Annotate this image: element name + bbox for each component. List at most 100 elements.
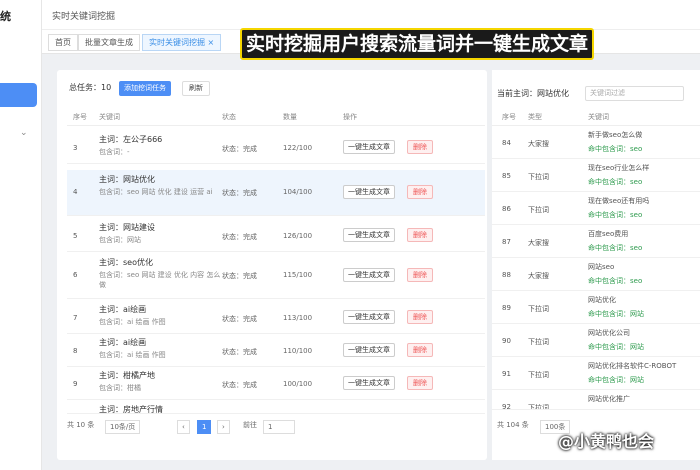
generate-article-button[interactable]: 一键生成文章: [343, 343, 395, 357]
table-row[interactable]: 5 主词：网站建设 包含词：网站 状态：完成 126/100 一键生成文章 删除: [67, 218, 485, 252]
kw-seq: 88: [502, 271, 511, 279]
next-page-button[interactable]: ›: [217, 420, 230, 434]
row-status: 状态：完成: [222, 315, 257, 323]
col-status: 状态: [222, 113, 236, 121]
row-include-words: 包含词：网站: [99, 236, 141, 244]
list-item[interactable]: 84 大家搜 新手做seo怎么做 命中包含词：seo: [492, 126, 700, 159]
kw-type: 下拉词: [528, 404, 549, 410]
generate-article-button[interactable]: 一键生成文章: [343, 268, 395, 282]
kw-hit: 命中包含词：网站: [588, 310, 644, 318]
kw-hit: 命中包含词：seo: [588, 211, 643, 219]
kw-type: 下拉词: [528, 173, 549, 181]
brand-title: 统: [0, 10, 11, 23]
table-row[interactable]: 7 主词：ai绘画 包含词：ai 绘画 作图 状态：完成 113/100 一键生…: [67, 300, 485, 334]
row-include-words: 包含词：seo 网站 建设 优化 内容 怎么做: [99, 271, 221, 289]
list-item[interactable]: 89 下拉词 网站优化 命中包含词：网站: [492, 291, 700, 324]
delete-button[interactable]: 删除: [407, 376, 433, 390]
row-seq: 7: [73, 314, 78, 322]
kw-seq: 86: [502, 205, 511, 213]
row-main-word: 主词：ai绘画: [99, 338, 147, 347]
kw-seq: 87: [502, 238, 511, 246]
watermark: @小黄鸭也会: [558, 432, 655, 451]
row-status: 状态：完成: [222, 348, 257, 356]
row-status: 状态：完成: [222, 145, 257, 153]
list-item[interactable]: 86 下拉词 现在做seo还有用吗 命中包含词：seo: [492, 192, 700, 225]
kw-seq: 89: [502, 304, 511, 312]
list-item[interactable]: 90 下拉词 网站优化公司 命中包含词：网站: [492, 324, 700, 357]
row-seq: 9: [73, 380, 78, 388]
list-item[interactable]: 92 下拉词 网站优化推广: [492, 390, 700, 410]
total-tasks: 总任务：10: [69, 83, 112, 92]
list-item[interactable]: 87 大家搜 百度seo费用 命中包含词：seo: [492, 225, 700, 258]
row-include-words: 包含词：-: [99, 148, 130, 156]
row-seq: 6: [73, 271, 78, 279]
list-item[interactable]: 91 下拉词 网站优化排名软件C-ROBOT 命中包含词：网站: [492, 357, 700, 390]
sidebar: 统 ⌄: [0, 0, 42, 470]
goto-page-input[interactable]: 1: [263, 420, 295, 434]
chevron-down-icon[interactable]: ⌄: [20, 128, 28, 138]
row-main-word: 主词：ai绘画: [99, 305, 147, 314]
table-row[interactable]: 主词：房地产行情: [67, 400, 485, 414]
row-seq: 4: [73, 188, 78, 196]
kw-type: 大家搜: [528, 239, 549, 247]
row-count: 110/100: [283, 347, 313, 355]
refresh-button[interactable]: 刷新: [182, 81, 210, 96]
delete-button[interactable]: 删除: [407, 228, 433, 242]
table-row[interactable]: 4 主词：网站优化 包含词：seo 网站 优化 建设 运营 ai 状态：完成 1…: [67, 170, 485, 216]
breadcrumb: 实时关键词挖掘: [52, 12, 116, 22]
row-status: 状态：完成: [222, 233, 257, 241]
kw-type: 大家搜: [528, 272, 549, 280]
row-main-word: 主词：柑橘产地: [99, 371, 155, 380]
row-status: 状态：完成: [222, 189, 257, 197]
delete-button[interactable]: 删除: [407, 140, 433, 154]
kw-text: 百度seo费用: [588, 230, 629, 238]
col-action: 操作: [343, 113, 357, 121]
row-count: 113/100: [283, 314, 313, 322]
col-count: 数量: [283, 113, 297, 121]
kw-text: 网站seo: [588, 263, 615, 271]
row-count: 104/100: [283, 188, 313, 196]
kw-seq: 84: [502, 139, 511, 147]
kw-type: 大家搜: [528, 140, 549, 148]
generate-article-button[interactable]: 一键生成文章: [343, 185, 395, 199]
list-item[interactable]: 85 下拉词 现在seo行业怎么样 命中包含词：seo: [492, 159, 700, 192]
row-include-words: 包含词：ai 绘画 作图: [99, 318, 166, 326]
kw-hit: 命中包含词：网站: [588, 343, 644, 351]
keyword-filter-input[interactable]: 关键词过滤: [585, 86, 684, 101]
row-main-word: 主词：房地产行情: [99, 405, 163, 414]
table-row[interactable]: 8 主词：ai绘画 包含词：ai 绘画 作图 状态：完成 110/100 一键生…: [67, 333, 485, 367]
row-seq: 3: [73, 144, 78, 152]
kw-seq: 91: [502, 370, 511, 378]
col-seq: 序号: [73, 113, 87, 121]
delete-button[interactable]: 删除: [407, 185, 433, 199]
generate-article-button[interactable]: 一键生成文章: [343, 228, 395, 242]
table-row[interactable]: 9 主词：柑橘产地 包含词：柑橘 状态：完成 100/100 一键生成文章 删除: [67, 366, 485, 400]
delete-button[interactable]: 删除: [407, 268, 433, 282]
current-main-word: 当前主词：网站优化: [497, 89, 569, 98]
page-size-select[interactable]: 10条/页: [105, 420, 141, 434]
tab-home[interactable]: 首页: [48, 34, 78, 51]
generate-article-button[interactable]: 一键生成文章: [343, 376, 395, 390]
table-row[interactable]: 3 主词：左公子666 包含词：- 状态：完成 122/100 一键生成文章 删…: [67, 130, 485, 164]
kw-hit: 命中包含词：seo: [588, 244, 643, 252]
topbar: 实时关键词挖掘: [42, 0, 700, 30]
generate-article-button[interactable]: 一键生成文章: [343, 140, 395, 154]
delete-button[interactable]: 删除: [407, 343, 433, 357]
delete-button[interactable]: 删除: [407, 310, 433, 324]
row-count: 126/100: [283, 232, 313, 240]
prev-page-button[interactable]: ‹: [177, 420, 190, 434]
table-row[interactable]: 6 主词：seo优化 包含词：seo 网站 建设 优化 内容 怎么做 状态：完成…: [67, 253, 485, 299]
tab-keyword-mining[interactable]: 实时关键词挖掘 ×: [142, 34, 222, 51]
col-type: 类型: [528, 113, 542, 121]
kw-type: 下拉词: [528, 371, 549, 379]
sidebar-item-active[interactable]: [0, 83, 37, 107]
row-main-word: 主词：seo优化: [99, 258, 153, 267]
list-item[interactable]: 88 大家搜 网站seo 命中包含词：seo: [492, 258, 700, 291]
tab-batch-article[interactable]: 批量文章生成: [78, 34, 140, 51]
add-task-button[interactable]: 添加挖词任务: [119, 81, 171, 96]
kw-text: 网站优化: [588, 296, 616, 304]
pager-total: 共 10 条: [67, 421, 95, 429]
generate-article-button[interactable]: 一键生成文章: [343, 310, 395, 324]
kw-text: 现在seo行业怎么样: [588, 164, 650, 172]
page-number[interactable]: 1: [197, 420, 212, 434]
